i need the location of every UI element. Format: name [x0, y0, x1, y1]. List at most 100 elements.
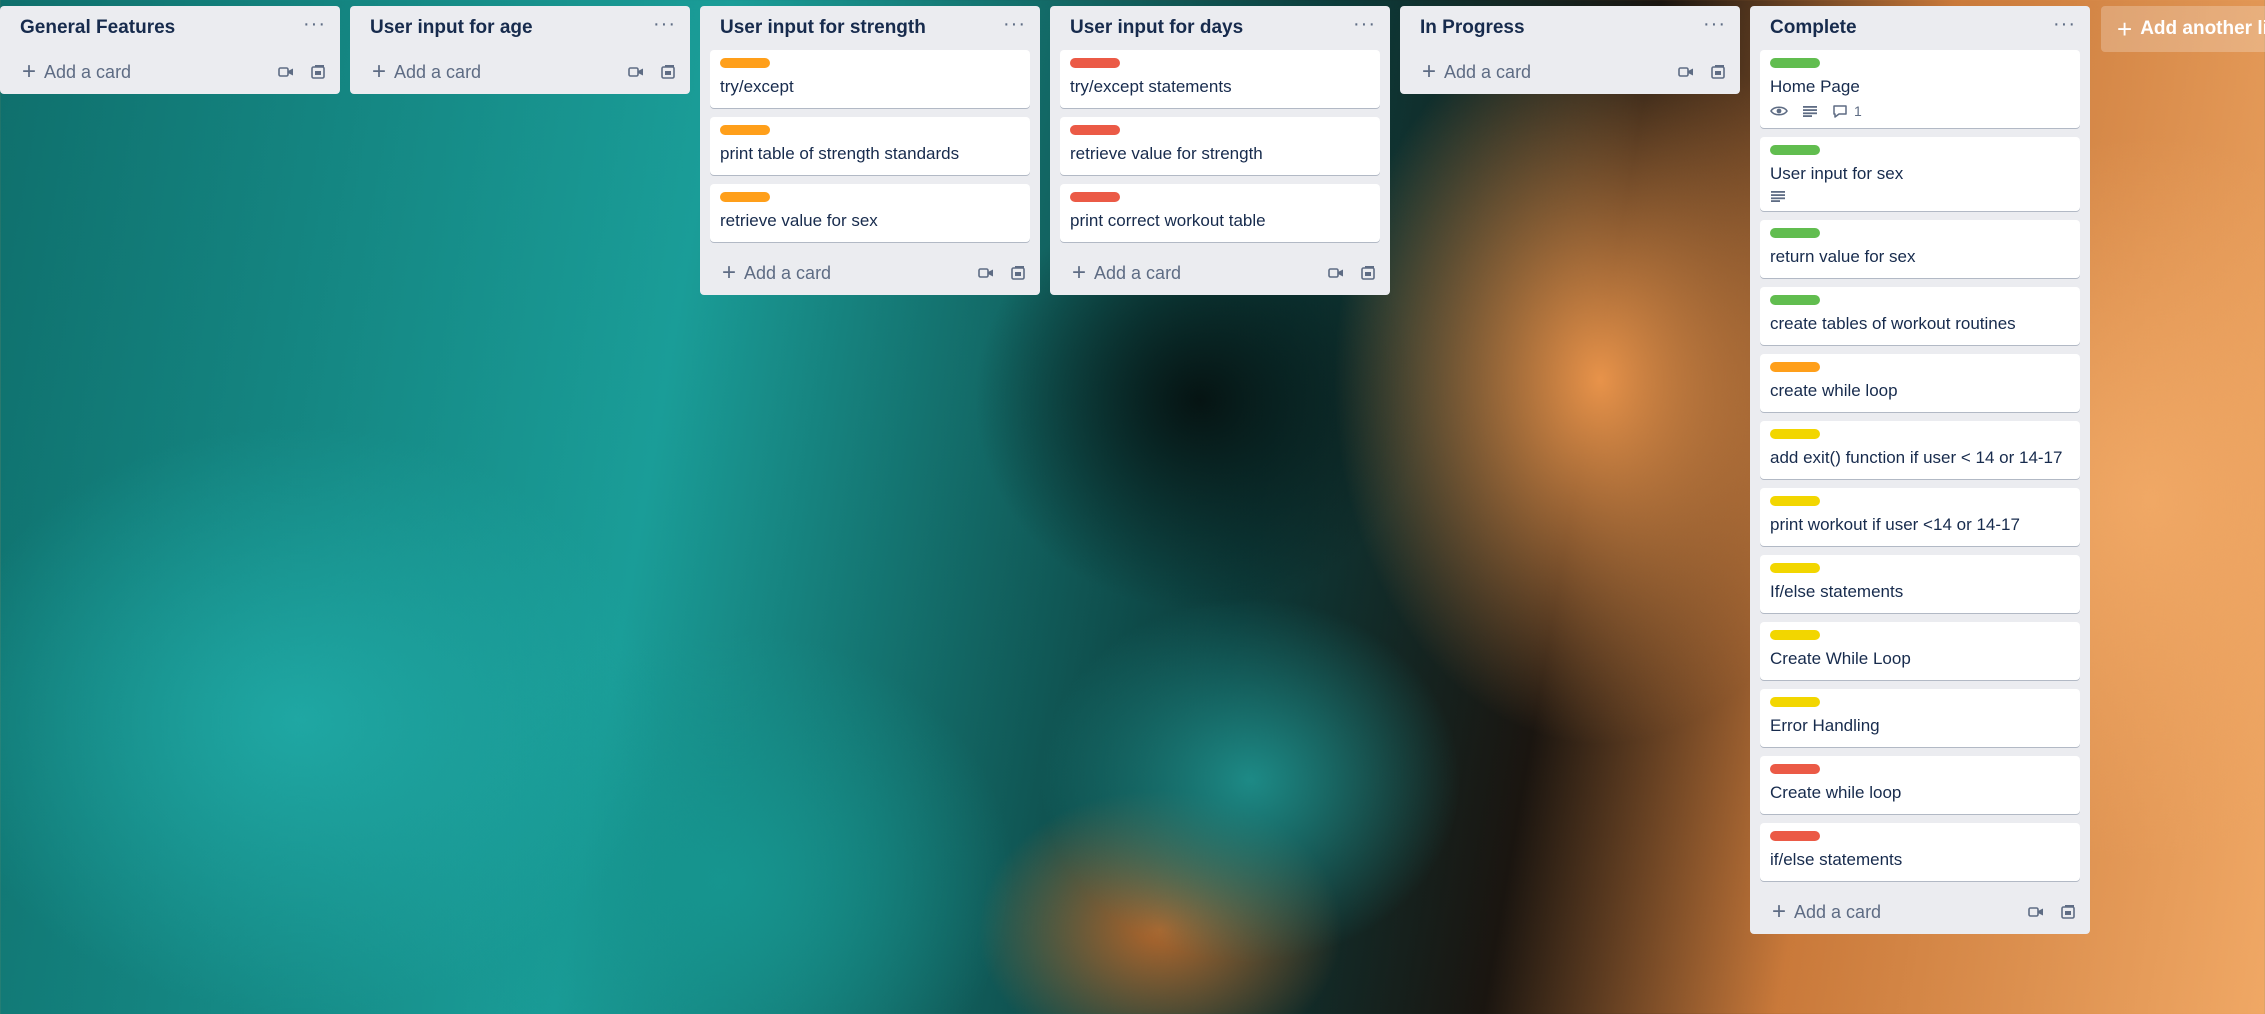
list-header[interactable]: User input for age ··· — [350, 6, 690, 50]
card-label[interactable] — [1070, 192, 1120, 202]
video-icon[interactable] — [278, 66, 294, 78]
card[interactable]: retrieve value for sex — [710, 184, 1030, 242]
plus-icon: + — [1422, 58, 1437, 85]
list-header[interactable]: In Progress ··· — [1400, 6, 1740, 50]
card[interactable]: create while loop — [1760, 354, 2080, 412]
card-label[interactable] — [1770, 362, 1820, 372]
card-label[interactable] — [720, 125, 770, 135]
list-header[interactable]: General Features ··· — [0, 6, 340, 50]
add-card-button[interactable]: + Add a card — [1772, 900, 1881, 924]
card[interactable]: create tables of workout routines — [1760, 287, 2080, 345]
video-icon[interactable] — [1678, 66, 1694, 78]
list-complete: Complete ··· Home Page 1 User input for … — [1750, 6, 2090, 934]
add-list-button[interactable]: + Add another list — [2101, 6, 2265, 52]
add-card-label: Add a card — [394, 61, 482, 82]
card-label[interactable] — [1770, 295, 1820, 305]
card-label[interactable] — [1770, 630, 1820, 640]
video-icon[interactable] — [628, 66, 644, 78]
comment-count: 1 — [1854, 103, 1862, 119]
card[interactable]: Error Handling — [1760, 689, 2080, 747]
template-icon[interactable] — [660, 64, 676, 80]
card[interactable]: try/except — [710, 50, 1030, 108]
card-list: Home Page 1 User input for sex return va… — [1750, 50, 2090, 881]
card[interactable]: Create while loop — [1760, 756, 2080, 814]
card-title: try/except statements — [1070, 77, 1232, 96]
template-icon[interactable] — [310, 64, 326, 80]
card[interactable]: retrieve value for strength — [1060, 117, 1380, 175]
card[interactable]: print workout if user <14 or 14-17 — [1760, 488, 2080, 546]
add-card-button[interactable]: + Add a card — [372, 60, 481, 84]
list-footer: + Add a card — [1400, 50, 1740, 94]
card-label[interactable] — [1770, 697, 1820, 707]
list-menu-icon[interactable]: ··· — [1003, 14, 1026, 34]
card[interactable]: User input for sex — [1760, 137, 2080, 211]
list-menu-icon[interactable]: ··· — [303, 14, 326, 34]
video-icon[interactable] — [978, 267, 994, 279]
add-card-button[interactable]: + Add a card — [1072, 261, 1181, 285]
list-title[interactable]: User input for age — [370, 17, 533, 39]
card[interactable]: try/except statements — [1060, 50, 1380, 108]
list-header[interactable]: Complete ··· — [1750, 6, 2090, 50]
list-in-progress: In Progress ··· + Add a card — [1400, 6, 1740, 94]
card-label[interactable] — [720, 192, 770, 202]
card-label[interactable] — [1070, 58, 1120, 68]
video-icon[interactable] — [2028, 906, 2044, 918]
add-card-label: Add a card — [44, 61, 132, 82]
card[interactable]: print correct workout table — [1060, 184, 1380, 242]
list-menu-icon[interactable]: ··· — [1353, 14, 1376, 34]
comment-badge: 1 — [1832, 103, 1862, 119]
add-card-button[interactable]: + Add a card — [22, 60, 131, 84]
card-title: retrieve value for sex — [720, 211, 878, 230]
add-card-button[interactable]: + Add a card — [1422, 60, 1531, 84]
card-list: try/except statements retrieve value for… — [1050, 50, 1390, 242]
list-title[interactable]: User input for days — [1070, 17, 1243, 39]
card-label[interactable] — [1770, 145, 1820, 155]
watch-icon — [1770, 105, 1788, 117]
list-footer: + Add a card — [1750, 890, 2090, 934]
list-title[interactable]: Complete — [1770, 17, 1857, 39]
card-title: User input for sex — [1770, 164, 1904, 183]
list-menu-icon[interactable]: ··· — [1703, 14, 1726, 34]
add-card-button[interactable]: + Add a card — [722, 261, 831, 285]
list-title[interactable]: User input for strength — [720, 17, 926, 39]
list-title[interactable]: General Features — [20, 17, 175, 39]
card-badges — [1770, 190, 2070, 202]
add-card-label: Add a card — [1444, 61, 1532, 82]
list-footer: + Add a card — [350, 50, 690, 94]
card[interactable]: return value for sex — [1760, 220, 2080, 278]
list-user-input-days: User input for days ··· try/except state… — [1050, 6, 1390, 295]
card-title: If/else statements — [1770, 582, 1904, 601]
card-label[interactable] — [1770, 58, 1820, 68]
card[interactable]: if/else statements — [1760, 823, 2080, 881]
list-header[interactable]: User input for days ··· — [1050, 6, 1390, 50]
card-label[interactable] — [1770, 764, 1820, 774]
card-title: Error Handling — [1770, 716, 1880, 735]
card[interactable]: Create While Loop — [1760, 622, 2080, 680]
template-icon[interactable] — [1360, 265, 1376, 281]
template-icon[interactable] — [1010, 265, 1026, 281]
list-general-features: General Features ··· + Add a card — [0, 6, 340, 94]
card-label[interactable] — [720, 58, 770, 68]
card-label[interactable] — [1770, 228, 1820, 238]
video-icon[interactable] — [1328, 267, 1344, 279]
list-footer: + Add a card — [700, 251, 1040, 295]
card-label[interactable] — [1070, 125, 1120, 135]
card-label[interactable] — [1770, 831, 1820, 841]
card[interactable]: If/else statements — [1760, 555, 2080, 613]
template-icon[interactable] — [2060, 904, 2076, 920]
list-footer: + Add a card — [1050, 251, 1390, 295]
card[interactable]: add exit() function if user < 14 or 14-1… — [1760, 421, 2080, 479]
card-list: try/except print table of strength stand… — [700, 50, 1040, 242]
card-label[interactable] — [1770, 563, 1820, 573]
card-label[interactable] — [1770, 496, 1820, 506]
list-header[interactable]: User input for strength ··· — [700, 6, 1040, 50]
card[interactable]: Home Page 1 — [1760, 50, 2080, 128]
list-menu-icon[interactable]: ··· — [2053, 14, 2076, 34]
list-title[interactable]: In Progress — [1420, 17, 1525, 39]
add-card-label: Add a card — [1794, 901, 1882, 922]
template-icon[interactable] — [1710, 64, 1726, 80]
card-label[interactable] — [1770, 429, 1820, 439]
card[interactable]: print table of strength standards — [710, 117, 1030, 175]
card-title: print table of strength standards — [720, 144, 960, 163]
list-menu-icon[interactable]: ··· — [653, 14, 676, 34]
